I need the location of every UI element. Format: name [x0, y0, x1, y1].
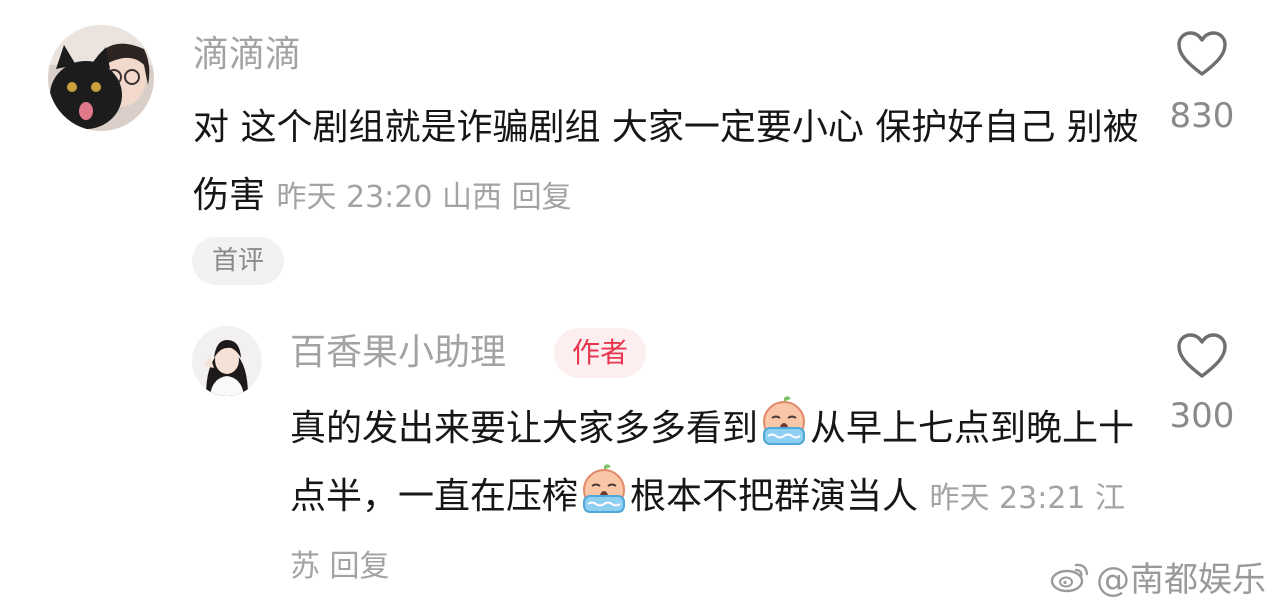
comment-time: 昨天 23:20: [276, 180, 433, 215]
comment-time: 昨天 23:21: [929, 481, 1086, 516]
like-count: 830: [1169, 96, 1235, 136]
avatar[interactable]: [192, 326, 262, 396]
comment-text: 对 这个剧组就是诈骗剧组 大家一定要小心 保护好自己 别被伤害 昨天 23:20…: [193, 94, 1143, 232]
reply-button[interactable]: 回复: [512, 180, 572, 215]
like-button[interactable]: 830: [1147, 30, 1257, 136]
comment-username[interactable]: 滴滴滴: [193, 33, 301, 77]
weibo-icon: [1050, 563, 1089, 592]
comment-username[interactable]: 百香果小助理: [290, 331, 506, 375]
comment-body-part1: 真的发出来要让大家多多看到: [290, 408, 759, 449]
crying-emoji-icon: [763, 396, 806, 445]
comment-list: 滴滴滴 对 这个剧组就是诈骗剧组 大家一定要小心 保护好自己 别被伤害 昨天 2…: [0, 0, 1280, 611]
author-badge: 作者: [554, 328, 647, 378]
comment-meta: 昨天 23:20 山西 回复: [276, 180, 571, 215]
crying-emoji-icon: [583, 464, 626, 513]
reply-button[interactable]: 回复: [330, 549, 390, 584]
watermark: @南都娱乐: [1050, 552, 1266, 601]
comment-text: 真的发出来要让大家多多看到 从早上七点到晚上十点半，一直在压榨 根本不把群演当人…: [290, 394, 1140, 600]
watermark-text: @南都娱乐: [1096, 560, 1266, 600]
first-comment-badge: 首评: [192, 237, 285, 285]
heart-outline-icon: [1177, 31, 1227, 76]
like-count: 300: [1169, 396, 1235, 436]
heart-outline-icon: [1177, 333, 1227, 378]
comment-body-part3: 根本不把群演当人: [630, 476, 919, 517]
avatar[interactable]: [48, 25, 154, 131]
comment-location: 山西: [442, 180, 503, 215]
like-button[interactable]: 300: [1147, 332, 1257, 436]
